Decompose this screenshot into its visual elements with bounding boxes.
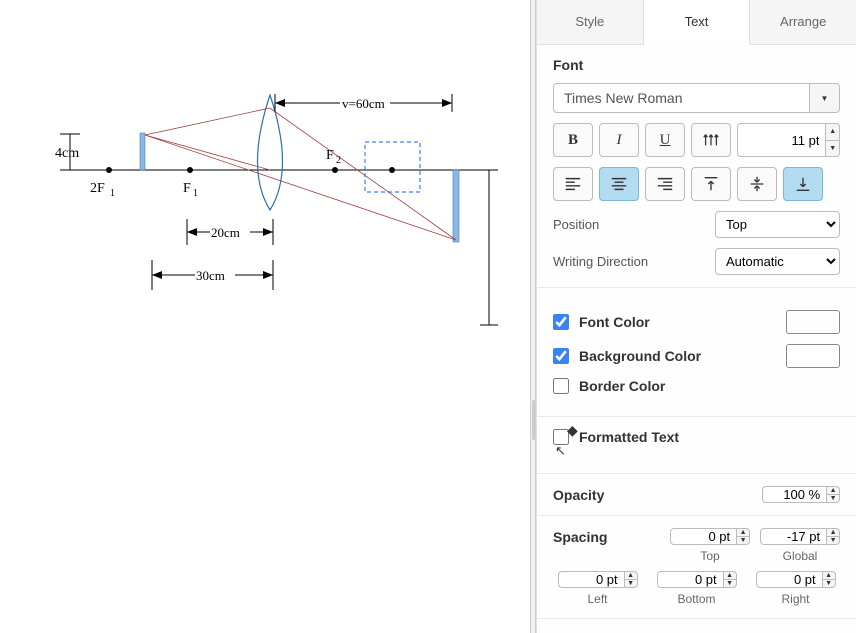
vertical-text-button[interactable] (691, 123, 731, 157)
svg-text:30cm: 30cm (196, 268, 225, 283)
bold-button[interactable]: B (553, 123, 593, 157)
font-family-select[interactable]: Times New Roman (553, 83, 810, 113)
valign-top-button[interactable] (691, 167, 731, 201)
cursor-arrow-icon: ↖ (555, 443, 566, 458)
formatted-text-label: Formatted Text (579, 429, 840, 445)
spacing-right-input[interactable] (756, 571, 823, 588)
panel-resize-handle[interactable] (530, 0, 536, 633)
font-color-label: Font Color (579, 314, 776, 330)
svg-text:v=60cm: v=60cm (342, 96, 385, 111)
spacing-right-sub: Right (781, 592, 809, 606)
optics-diagram: 4cm 2F1 F1 F2 v=60cm (0, 0, 530, 633)
format-panel: Style Text Arrange Font Times New Roman … (536, 0, 856, 633)
font-size-up[interactable]: ▲ (826, 123, 840, 140)
svg-text:2F: 2F (90, 181, 105, 196)
font-color-checkbox[interactable] (553, 314, 569, 330)
italic-button[interactable]: I (599, 123, 639, 157)
writing-direction-label: Writing Direction (553, 254, 707, 269)
mouse-cursor: ◆ (567, 422, 578, 439)
svg-text:F: F (183, 181, 191, 196)
align-center-button[interactable] (599, 167, 639, 201)
spacing-bottom-sub: Bottom (677, 592, 715, 606)
opacity-input[interactable] (762, 486, 827, 503)
font-size-stepper[interactable]: ▲▼ (826, 123, 840, 157)
bg-color-label: Background Color (579, 348, 776, 364)
font-color-swatch[interactable] (786, 310, 840, 334)
spacing-label: Spacing (553, 529, 660, 545)
valign-bottom-icon (794, 175, 812, 193)
align-left-button[interactable] (553, 167, 593, 201)
valign-top-icon (702, 175, 720, 193)
vertical-text-icon (702, 131, 720, 149)
svg-text:1: 1 (110, 188, 115, 199)
font-heading: Font (553, 57, 840, 73)
selection-box[interactable] (365, 142, 420, 192)
valign-bottom-button[interactable] (783, 167, 823, 201)
font-size-input[interactable] (737, 123, 826, 157)
position-select[interactable]: Top (715, 211, 840, 238)
bg-color-checkbox[interactable] (553, 348, 569, 364)
opacity-label: Opacity (553, 487, 762, 503)
spacing-left-input[interactable] (558, 571, 625, 588)
valign-middle-button[interactable] (737, 167, 777, 201)
tab-arrange[interactable]: Arrange (750, 0, 856, 44)
svg-text:F: F (326, 148, 334, 163)
label-4cm: 4cm (55, 146, 79, 161)
spacing-top-sub: Top (670, 549, 750, 563)
border-color-label: Border Color (579, 378, 840, 394)
bg-color-swatch[interactable] (786, 344, 840, 368)
chevron-down-icon: ▼ (821, 94, 829, 103)
tab-text[interactable]: Text (644, 0, 751, 45)
underline-button[interactable]: U (645, 123, 685, 157)
font-family-dropdown[interactable]: ▼ (810, 83, 840, 113)
spacing-top-input[interactable] (670, 528, 737, 545)
position-label: Position (553, 217, 707, 232)
spacing-bottom-input[interactable] (657, 571, 724, 588)
panel-tabs: Style Text Arrange (537, 0, 856, 45)
align-right-button[interactable] (645, 167, 685, 201)
svg-text:2: 2 (336, 155, 341, 166)
align-left-icon (564, 175, 582, 193)
border-color-checkbox[interactable] (553, 378, 569, 394)
align-right-icon (656, 175, 674, 193)
spacing-global-input[interactable] (760, 528, 827, 545)
svg-text:20cm: 20cm (211, 225, 240, 240)
tab-style[interactable]: Style (537, 0, 644, 44)
opacity-up[interactable]: ▲ (827, 486, 840, 494)
writing-direction-select[interactable]: Automatic (715, 248, 840, 275)
spacing-left-sub: Left (587, 592, 607, 606)
align-center-icon (610, 175, 628, 193)
svg-text:1: 1 (193, 188, 198, 199)
canvas[interactable]: 4cm 2F1 F1 F2 v=60cm (0, 0, 530, 633)
valign-middle-icon (748, 175, 766, 193)
font-size-down[interactable]: ▼ (826, 140, 840, 158)
spacing-global-sub: Global (760, 549, 840, 563)
opacity-down[interactable]: ▼ (827, 494, 840, 503)
